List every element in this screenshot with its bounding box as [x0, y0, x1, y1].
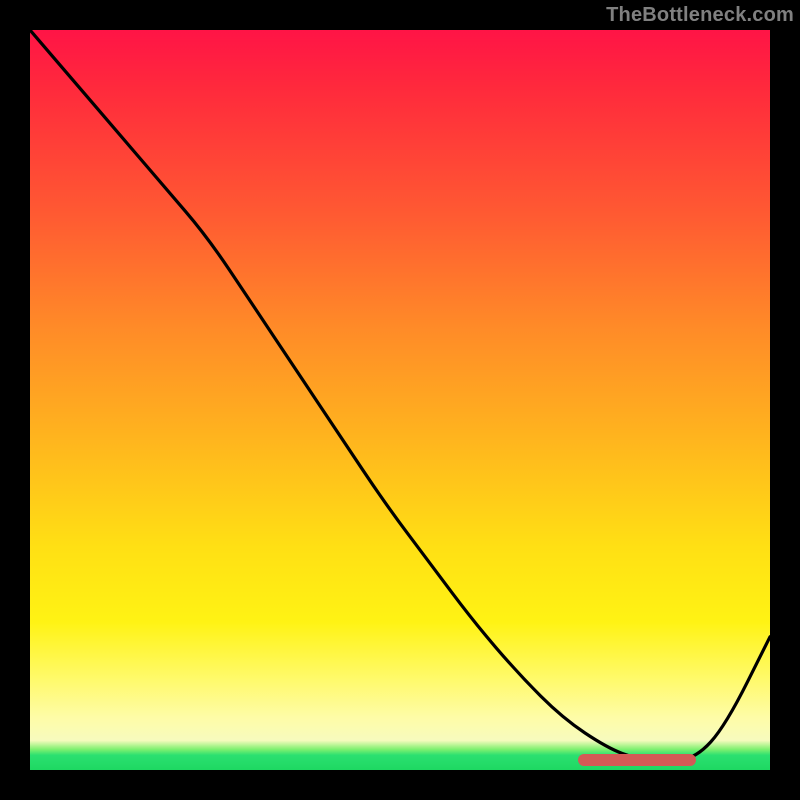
chart-frame: TheBottleneck.com [0, 0, 800, 800]
optimal-range-bar [578, 754, 696, 766]
bottleneck-curve [30, 30, 770, 770]
plot-area [30, 30, 770, 770]
watermark-text: TheBottleneck.com [606, 4, 794, 27]
